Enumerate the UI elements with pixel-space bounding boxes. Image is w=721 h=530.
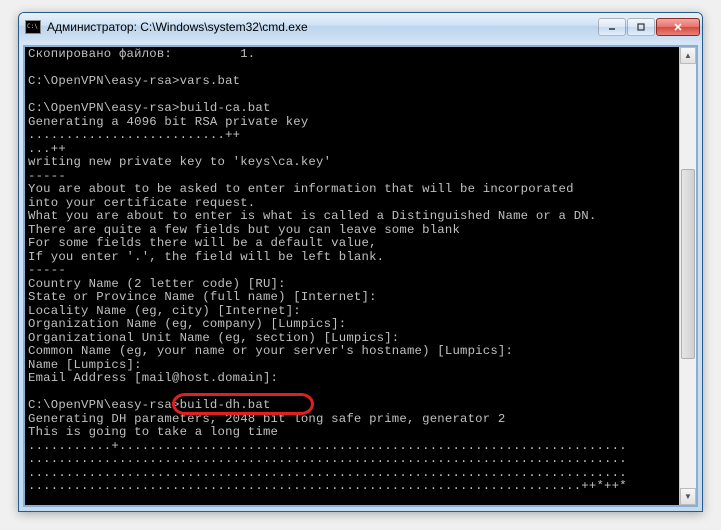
cmd-window: Администратор: C:\Windows\system32\cmd.e… <box>18 12 703 512</box>
minimize-button[interactable] <box>598 18 626 36</box>
console-frame: Скопировано файлов: 1. C:\OpenVPN\easy-r… <box>23 45 698 507</box>
scroll-thumb[interactable] <box>681 169 695 359</box>
vertical-scrollbar[interactable]: ▲ ▼ <box>679 47 696 505</box>
window-controls <box>598 18 700 36</box>
scroll-down-button[interactable]: ▼ <box>680 488 696 505</box>
console-output[interactable]: Скопировано файлов: 1. C:\OpenVPN\easy-r… <box>25 47 696 507</box>
close-button[interactable] <box>656 18 700 36</box>
maximize-button[interactable] <box>627 18 655 36</box>
window-title: Администратор: C:\Windows\system32\cmd.e… <box>47 20 598 34</box>
scroll-up-button[interactable]: ▲ <box>680 47 696 64</box>
scroll-track[interactable] <box>680 64 696 488</box>
cmd-icon <box>25 20 41 34</box>
titlebar[interactable]: Администратор: C:\Windows\system32\cmd.e… <box>19 13 702 41</box>
